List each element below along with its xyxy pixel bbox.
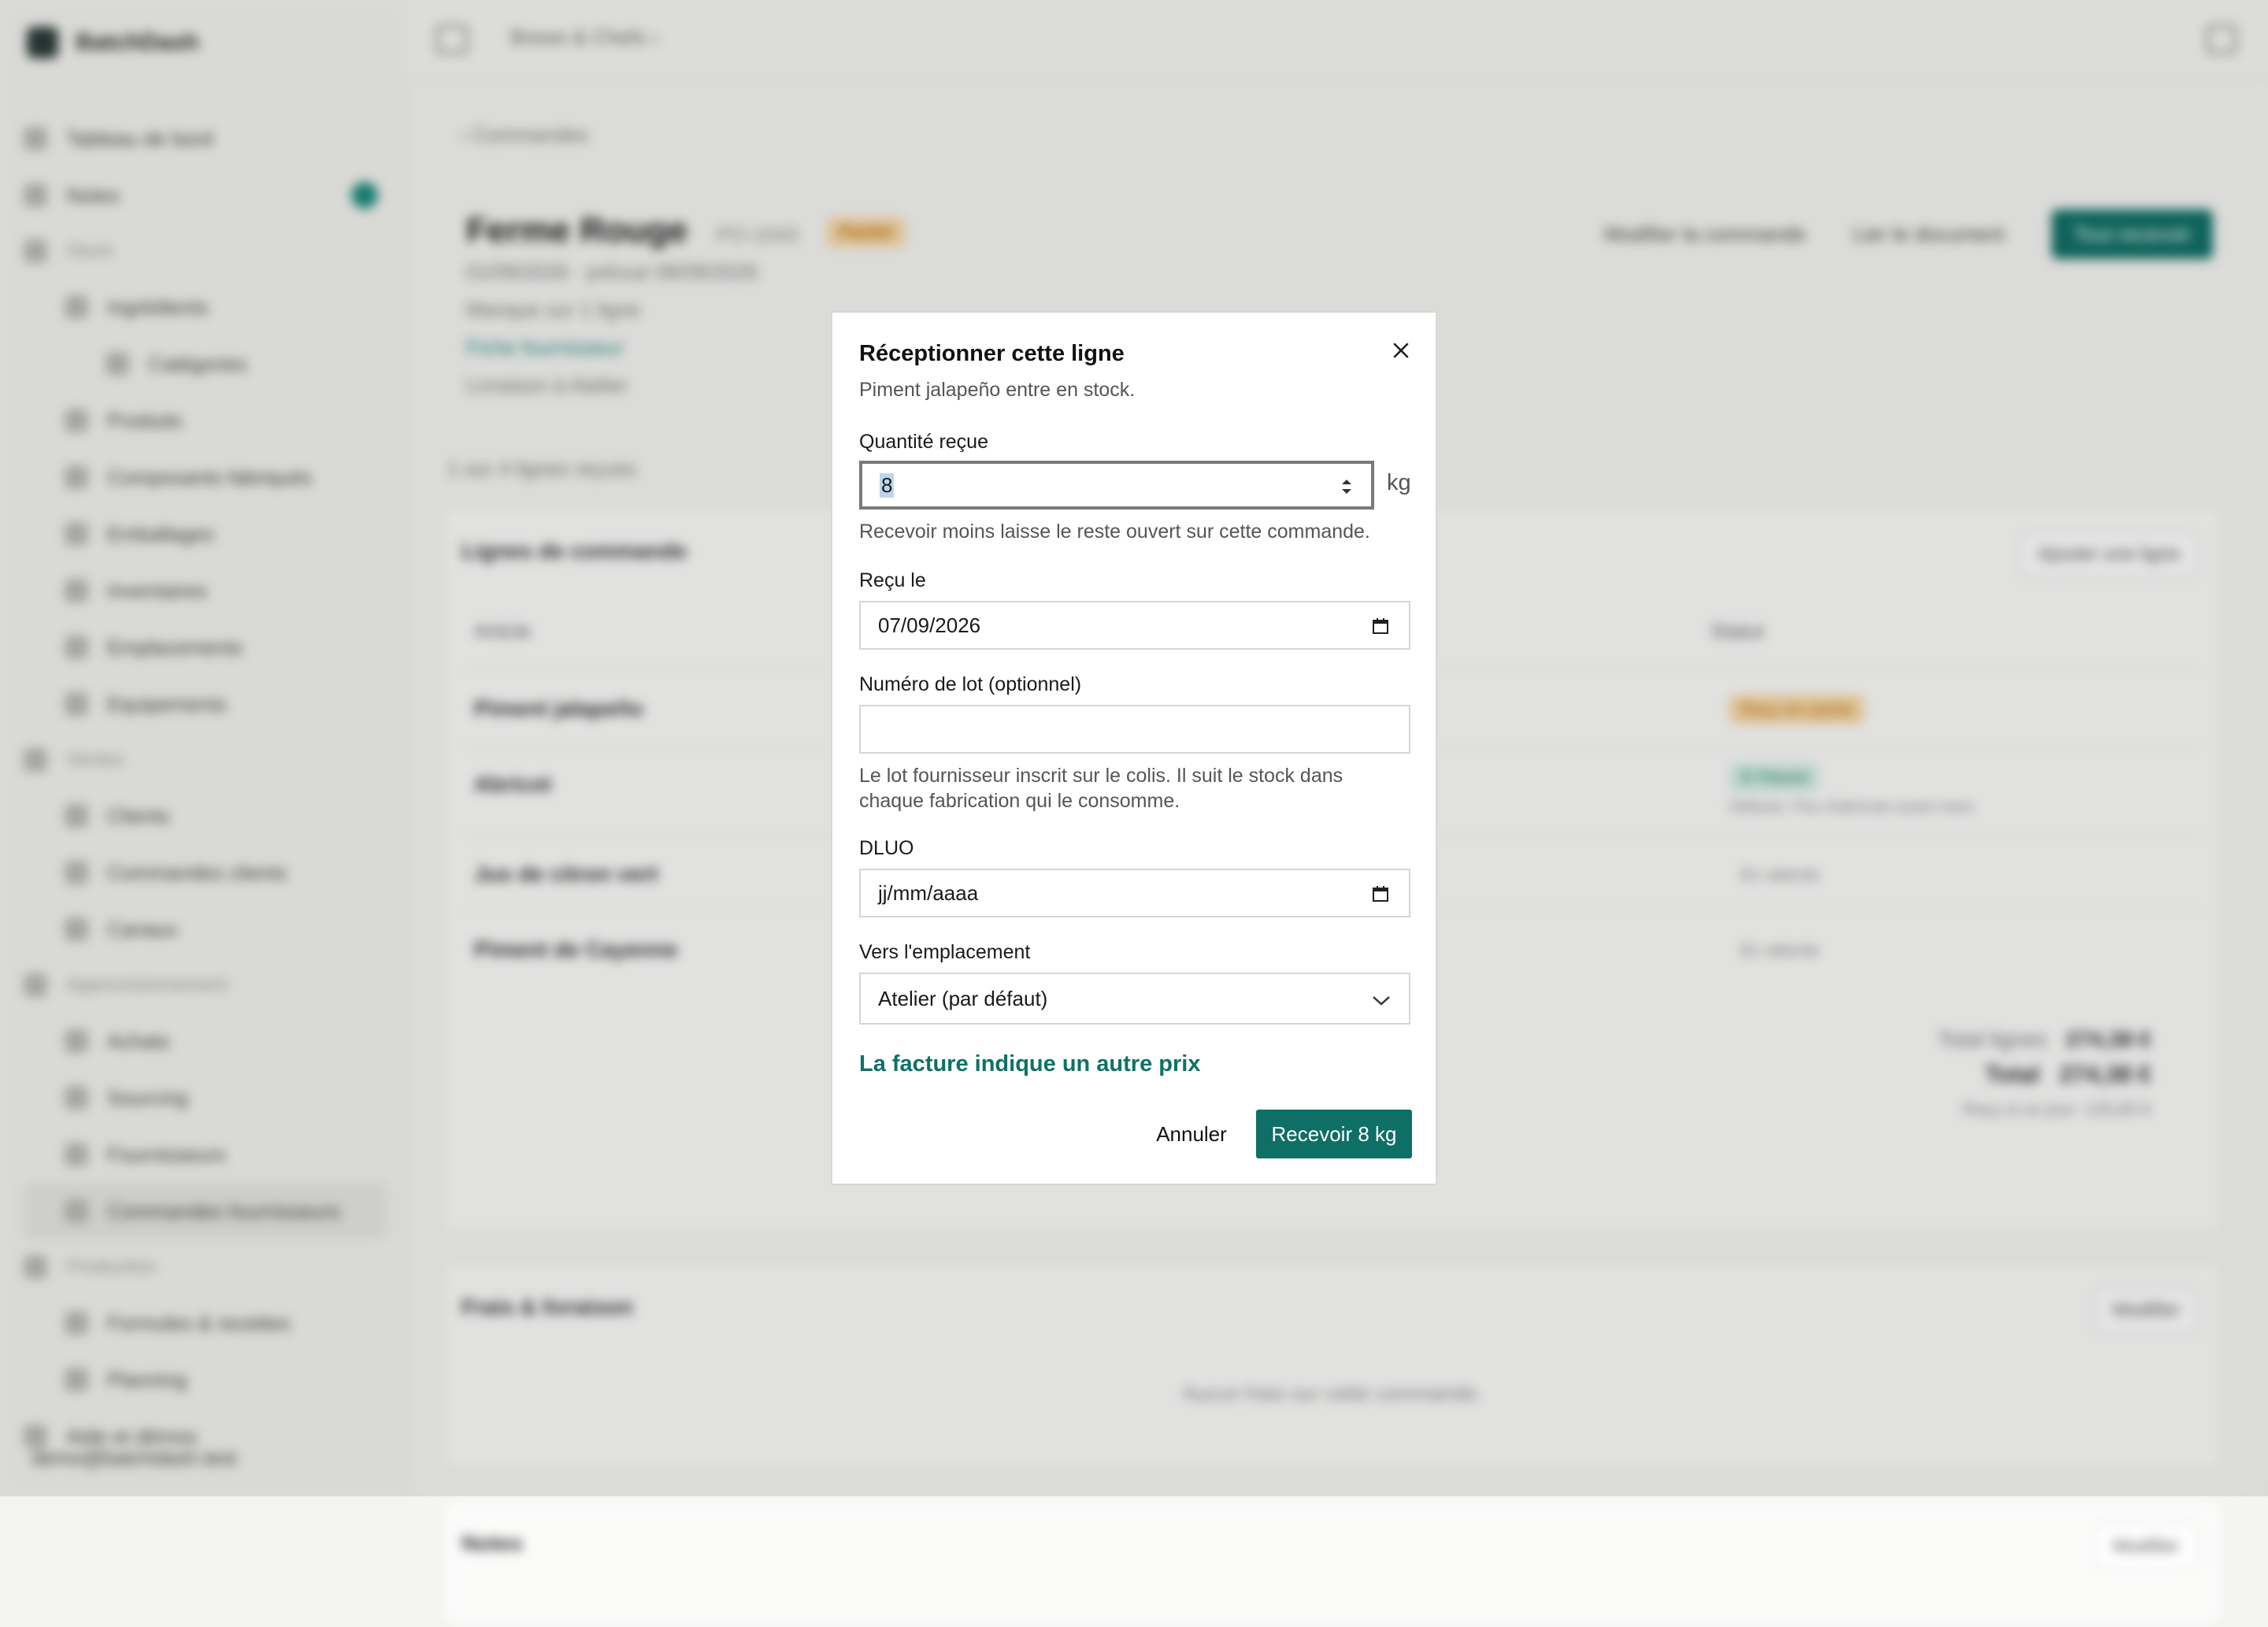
quantity-label: Quantité reçue [859, 431, 988, 453]
lot-number-label: Numéro de lot (optionnel) [859, 673, 1082, 695]
card-title: Notes [461, 1531, 523, 1555]
edit-notes-button[interactable]: Modifier [2093, 1523, 2199, 1570]
dluo-placeholder: jj/mm/aaaa [878, 880, 979, 905]
lot-number-input[interactable] [859, 705, 1410, 754]
dialog-description: Piment jalapeño entre en stock. [859, 379, 1136, 401]
spinner-icon[interactable] [1340, 476, 1354, 497]
quantity-value: 8 [880, 473, 895, 498]
chevron-down-icon [1373, 996, 1390, 1006]
receive-button[interactable]: Recevoir 8 kg [1256, 1110, 1412, 1158]
quantity-unit: kg [1387, 470, 1411, 495]
location-select[interactable]: Atelier (par défaut) [859, 973, 1410, 1025]
calendar-icon[interactable] [1371, 617, 1390, 636]
notes-card: Notes Modifier [441, 1498, 2224, 1627]
dialog-title: Réceptionner cette ligne [859, 341, 1125, 366]
close-icon[interactable] [1390, 339, 1412, 361]
dluo-input[interactable]: jj/mm/aaaa [859, 869, 1410, 917]
received-date-input[interactable]: 07/09/2026 [859, 601, 1410, 650]
received-date-value: 07/09/2026 [878, 613, 981, 637]
location-value: Atelier (par défaut) [878, 986, 1048, 1010]
received-date-label: Reçu le [859, 569, 926, 591]
location-label: Vers l'emplacement [859, 941, 1031, 963]
calendar-icon[interactable] [1371, 884, 1390, 903]
dluo-label: DLUO [859, 837, 914, 859]
lot-number-help: Le lot fournisseur inscrit sur le colis.… [859, 765, 1343, 812]
quantity-input[interactable]: 8 [859, 461, 1374, 510]
cancel-button[interactable]: Annuler [1144, 1110, 1239, 1158]
receive-line-dialog: Réceptionner cette ligne Piment jalapeño… [831, 311, 1437, 1185]
quantity-help: Recevoir moins laisse le reste ouvert su… [859, 521, 1370, 543]
different-price-link[interactable]: La facture indique un autre prix [859, 1051, 1200, 1077]
